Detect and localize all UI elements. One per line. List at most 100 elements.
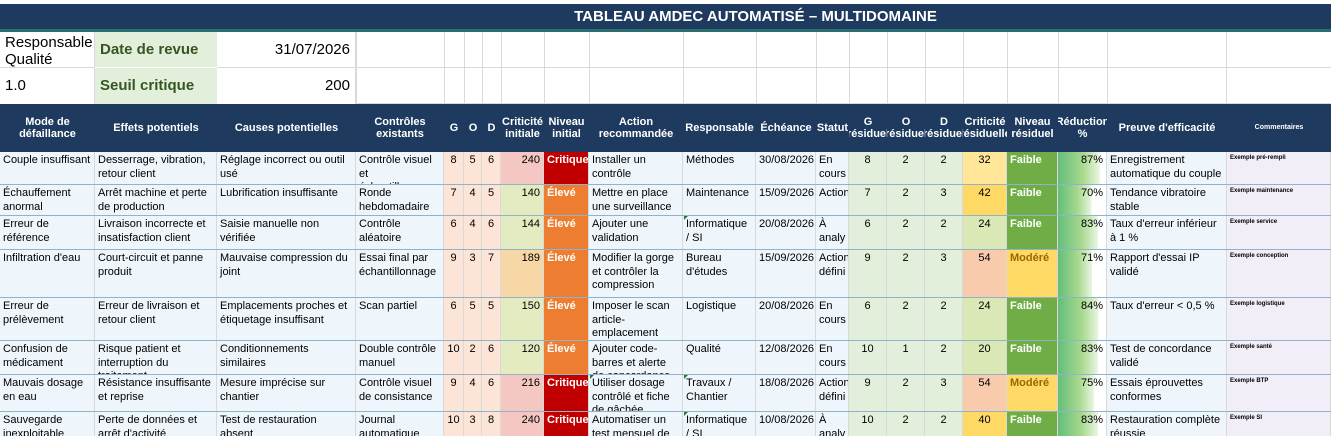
niveau-initial-cell[interactable]: Élevé — [544, 216, 589, 249]
action-cell[interactable]: Modifier la gorge et contrôler la compre… — [589, 250, 683, 297]
preuve-cell[interactable]: Taux d'erreur inférieur à 1 % — [1107, 216, 1227, 249]
commentaire-cell[interactable]: Exemple santé — [1227, 341, 1331, 374]
echeance-cell[interactable]: 15/09/2026 — [756, 185, 816, 215]
criticite-residuelle-cell[interactable]: 40 — [963, 412, 1007, 436]
d-cell[interactable]: 6 — [482, 216, 501, 249]
header-responsable[interactable]: Responsable — [683, 104, 756, 152]
criticite-cell[interactable]: 216 — [501, 375, 544, 411]
g-cell[interactable]: 7 — [444, 185, 464, 215]
d-residuel-cell[interactable]: 2 — [925, 298, 963, 340]
commentaire-cell[interactable]: Exemple BTP — [1227, 375, 1331, 411]
controles-cell[interactable]: Double contrôle manuel — [356, 341, 444, 374]
mode-cell[interactable]: Infiltration d'eau — [0, 250, 95, 297]
date-value-cell[interactable]: 31/07/2026 — [217, 32, 356, 68]
action-cell[interactable]: Automatiser un test mensuel de restaurat… — [589, 412, 683, 436]
action-cell[interactable]: Utiliser dosage contrôlé et fiche de gâc… — [589, 375, 683, 411]
header-mode[interactable]: Mode de défaillance — [0, 104, 95, 152]
mode-cell[interactable]: Erreur de référence — [0, 216, 95, 249]
niveau-residuel-cell[interactable]: Modéré — [1007, 375, 1058, 411]
preuve-cell[interactable]: Test de concordance validé — [1107, 341, 1227, 374]
causes-cell[interactable]: Mesure imprécise sur chantier — [217, 375, 356, 411]
niveau-residuel-cell[interactable]: Faible — [1007, 152, 1058, 184]
header-o-residuel[interactable]: O résiduel — [887, 104, 925, 152]
d-residuel-cell[interactable]: 3 — [925, 375, 963, 411]
header-action[interactable]: Action recommandée — [589, 104, 683, 152]
causes-cell[interactable]: Mauvaise compression du joint — [217, 250, 356, 297]
commentaire-cell[interactable]: Exemple conception — [1227, 250, 1331, 297]
g-residuel-cell[interactable]: 9 — [849, 375, 887, 411]
effets-cell[interactable]: Perte de données et arrêt d'activité — [95, 412, 217, 436]
criticite-cell[interactable]: 150 — [501, 298, 544, 340]
responsable-cell[interactable]: Travaux / Chantier — [683, 375, 756, 411]
effets-cell[interactable]: Résistance insuffisante et reprise — [95, 375, 217, 411]
statut-cell[interactable]: Action défini — [816, 375, 849, 411]
header-d[interactable]: D — [482, 104, 501, 152]
header-commentaire[interactable]: Commentaires — [1227, 104, 1331, 152]
g-cell[interactable]: 10 — [444, 412, 464, 436]
responsable-cell[interactable]: Méthodes — [683, 152, 756, 184]
g-cell[interactable]: 8 — [444, 152, 464, 184]
echeance-cell[interactable]: 20/08/2026 — [756, 298, 816, 340]
niveau-residuel-cell[interactable]: Faible — [1007, 298, 1058, 340]
causes-cell[interactable]: Test de restauration absent — [217, 412, 356, 436]
o-cell[interactable]: 4 — [464, 375, 482, 411]
controles-cell[interactable]: Journal automatique — [356, 412, 444, 436]
commentaire-cell[interactable]: Exemple pré-rempli — [1227, 152, 1331, 184]
d-cell[interactable]: 5 — [482, 185, 501, 215]
d-cell[interactable]: 6 — [482, 152, 501, 184]
d-cell[interactable]: 5 — [482, 298, 501, 340]
controles-cell[interactable]: Scan partiel — [356, 298, 444, 340]
statut-cell[interactable]: En cours — [816, 341, 849, 374]
o-residuel-cell[interactable]: 2 — [887, 216, 925, 249]
g-residuel-cell[interactable]: 10 — [849, 412, 887, 436]
d-cell[interactable]: 8 — [482, 412, 501, 436]
g-residuel-cell[interactable]: 8 — [849, 152, 887, 184]
statut-cell[interactable]: Action défini — [816, 250, 849, 297]
action-cell[interactable]: Imposer le scan article-emplacement — [589, 298, 683, 340]
preuve-cell[interactable]: Restauration complète réussie — [1107, 412, 1227, 436]
o-cell[interactable]: 5 — [464, 152, 482, 184]
g-residuel-cell[interactable]: 10 — [849, 341, 887, 374]
echeance-cell[interactable]: 20/08/2026 — [756, 216, 816, 249]
header-g[interactable]: G — [444, 104, 464, 152]
header-statut[interactable]: Statut — [816, 104, 849, 152]
g-residuel-cell[interactable]: 7 — [849, 185, 887, 215]
commentaire-cell[interactable]: Exemple SI — [1227, 412, 1331, 436]
mode-cell[interactable]: Sauvegarde inexploitable — [0, 412, 95, 436]
mode-cell[interactable]: Confusion de médicament — [0, 341, 95, 374]
version-cell[interactable]: 1.0 — [0, 68, 95, 104]
responsable-cell[interactable]: Maintenance — [683, 185, 756, 215]
niveau-residuel-cell[interactable]: Modéré — [1007, 250, 1058, 297]
o-residuel-cell[interactable]: 2 — [887, 185, 925, 215]
reduction-cell[interactable]: 75% — [1058, 375, 1107, 411]
criticite-residuelle-cell[interactable]: 20 — [963, 341, 1007, 374]
criticite-cell[interactable]: 144 — [501, 216, 544, 249]
header-criticite-residuelle[interactable]: Criticité résiduelle — [963, 104, 1007, 152]
effets-cell[interactable]: Erreur de livraison et retour client — [95, 298, 217, 340]
echeance-cell[interactable]: 30/08/2026 — [756, 152, 816, 184]
o-cell[interactable]: 3 — [464, 412, 482, 436]
o-cell[interactable]: 3 — [464, 250, 482, 297]
niveau-residuel-cell[interactable]: Faible — [1007, 341, 1058, 374]
header-causes[interactable]: Causes potentielles — [217, 104, 356, 152]
o-residuel-cell[interactable]: 1 — [887, 341, 925, 374]
header-echeance[interactable]: Échéance — [756, 104, 816, 152]
niveau-initial-cell[interactable]: Critique — [544, 375, 589, 411]
niveau-initial-cell[interactable]: Élevé — [544, 185, 589, 215]
preuve-cell[interactable]: Essais éprouvettes conformes — [1107, 375, 1227, 411]
g-residuel-cell[interactable]: 6 — [849, 298, 887, 340]
o-residuel-cell[interactable]: 2 — [887, 412, 925, 436]
o-cell[interactable]: 4 — [464, 216, 482, 249]
header-preuve[interactable]: Preuve d'efficacité — [1107, 104, 1227, 152]
echeance-cell[interactable]: 18/08/2026 — [756, 375, 816, 411]
g-residuel-cell[interactable]: 6 — [849, 216, 887, 249]
niveau-initial-cell[interactable]: Critique — [544, 412, 589, 436]
header-niveau-initial[interactable]: Niveau initial — [544, 104, 589, 152]
mode-cell[interactable]: Échauffement anormal — [0, 185, 95, 215]
criticite-residuelle-cell[interactable]: 24 — [963, 216, 1007, 249]
controles-cell[interactable]: Ronde hebdomadaire — [356, 185, 444, 215]
preuve-cell[interactable]: Rapport d'essai IP validé — [1107, 250, 1227, 297]
header-controles[interactable]: Contrôles existants — [356, 104, 444, 152]
preuve-cell[interactable]: Tendance vibratoire stable — [1107, 185, 1227, 215]
d-residuel-cell[interactable]: 3 — [925, 185, 963, 215]
